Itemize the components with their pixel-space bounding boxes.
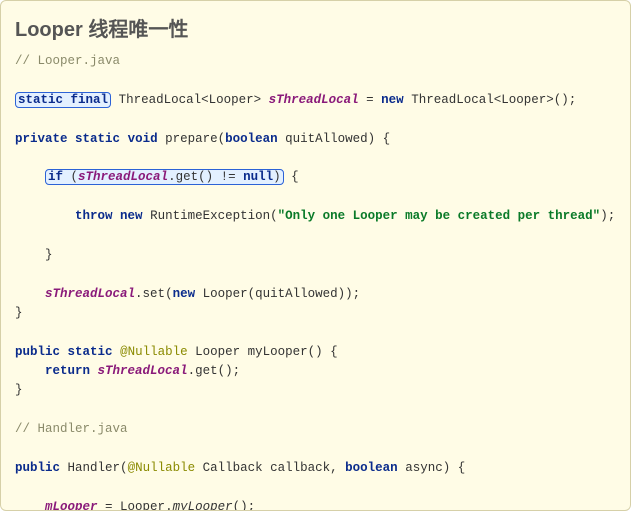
code-block: // Looper.java static final ThreadLocal<…: [15, 52, 616, 511]
comment-line: // Handler.java: [15, 422, 128, 436]
highlight-if-check: if (sThreadLocal.get() != null): [45, 169, 284, 185]
slide-card: Looper 线程唯一性 // Looper.java static final…: [0, 0, 631, 511]
comment-line: // Looper.java: [15, 54, 120, 68]
highlight-static-final: static final: [15, 92, 111, 108]
slide-title: Looper 线程唯一性: [15, 13, 616, 42]
